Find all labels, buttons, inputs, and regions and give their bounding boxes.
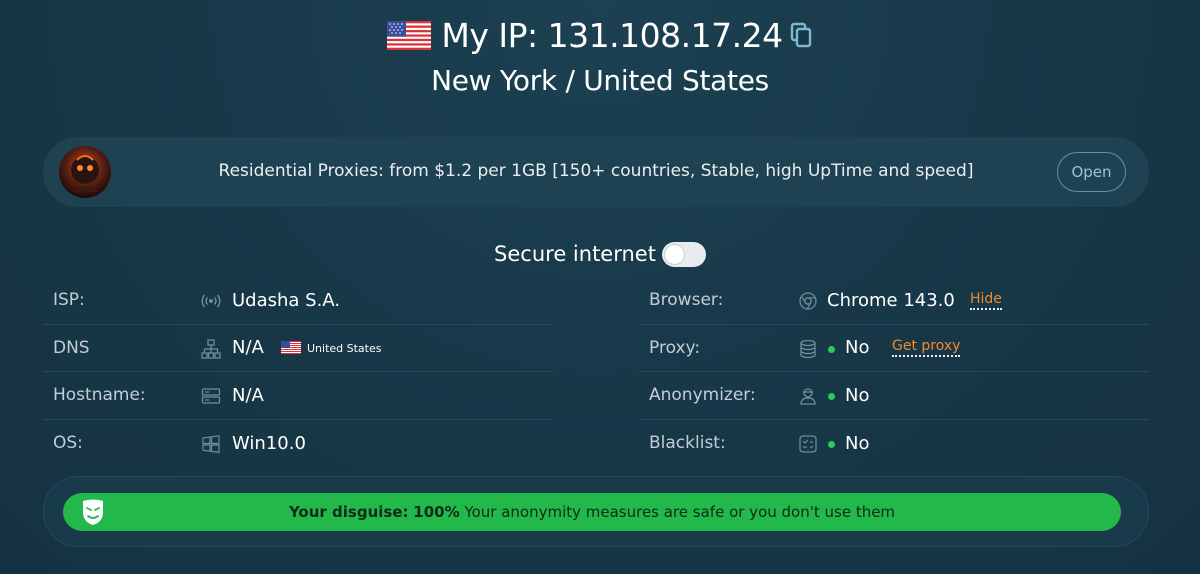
proxy-banner: Residential Proxies: from $1.2 per 1GB [… (43, 137, 1149, 207)
ip-address[interactable]: 131.108.17.24 (548, 16, 783, 55)
secure-internet-row: Secure internet (0, 239, 1200, 269)
browser-label: Browser: (649, 290, 724, 311)
proxy-label: Proxy: (649, 337, 701, 358)
info-row-dns: DNS N/A United States (43, 325, 553, 372)
database-icon (800, 339, 816, 358)
os-label: OS: (53, 433, 83, 454)
agent-icon (800, 388, 816, 405)
browser-value: Chrome 143.0 (827, 289, 955, 311)
us-flag-icon (387, 20, 432, 50)
chrome-icon (799, 292, 817, 310)
secure-internet-label: Secure internet (494, 242, 656, 266)
blacklist-label: Blacklist: (649, 433, 726, 454)
secure-internet-toggle[interactable] (661, 241, 706, 267)
hostname-label: Hostname: (53, 385, 146, 406)
list-check-icon (799, 434, 817, 453)
anonymizer-label: Anonymizer: (649, 385, 756, 406)
disguise-text: Your disguise: 100% Your anonymity measu… (63, 503, 1121, 521)
us-flag-small-icon (281, 340, 301, 354)
isp-label: ISP: (53, 290, 85, 311)
dns-value: N/A (232, 337, 264, 359)
server-icon (201, 388, 221, 404)
open-button[interactable]: Open (1057, 152, 1126, 192)
signal-icon (201, 294, 221, 308)
disguise-percent: 100% (413, 503, 460, 521)
dns-label: DNS (53, 337, 90, 358)
proxy-status-dot (828, 345, 835, 353)
info-row-hostname: Hostname: N/A (43, 372, 553, 420)
copy-icon[interactable] (789, 22, 813, 48)
info-row-blacklist: Blacklist: No (639, 420, 1149, 468)
disguise-panel: Your disguise: 100% Your anonymity measu… (43, 476, 1149, 547)
ip-header: My IP: 131.108.17.24 (0, 14, 1200, 56)
network-icon (201, 338, 221, 359)
anonymizer-value: No (845, 384, 870, 406)
location-text: New York / United States (431, 64, 769, 97)
info-row-anonymizer: Anonymizer: No (639, 372, 1149, 420)
windows-icon (202, 434, 220, 453)
isp-value: Udasha S.A. (232, 289, 341, 311)
get-proxy-link[interactable]: Get proxy (892, 338, 961, 358)
proxy-value: No (845, 337, 870, 359)
hide-link[interactable]: Hide (970, 291, 1002, 310)
info-row-proxy: Proxy: No Get proxy (639, 325, 1149, 372)
anonymizer-status-dot (828, 393, 835, 400)
info-row-browser: Browser: Chrome 143.0 Hide (639, 277, 1149, 325)
disguise-status-bar: Your disguise: 100% Your anonymity measu… (63, 493, 1121, 531)
info-row-os: OS: Win10.0 (43, 420, 553, 468)
banner-text: Residential Proxies: from $1.2 per 1GB [… (218, 161, 974, 181)
disguise-label: Your disguise: (288, 503, 409, 521)
connection-info-left: ISP: Udasha S.A. DNS N/A United States H… (43, 277, 553, 467)
connection-info-right: Browser: Chrome 143.0 Hide Proxy: No Get… (639, 277, 1149, 467)
toggle-knob (664, 244, 684, 264)
os-value: Win10.0 (232, 432, 306, 454)
disguise-message: Your anonymity measures are safe or you … (464, 503, 896, 521)
hostname-value: N/A (232, 384, 264, 406)
info-row-isp: ISP: Udasha S.A. (43, 277, 553, 325)
blacklist-status-dot (828, 440, 835, 448)
dns-country: United States (307, 341, 382, 355)
ip-label: My IP: (441, 15, 538, 55)
blacklist-value: No (845, 432, 870, 454)
